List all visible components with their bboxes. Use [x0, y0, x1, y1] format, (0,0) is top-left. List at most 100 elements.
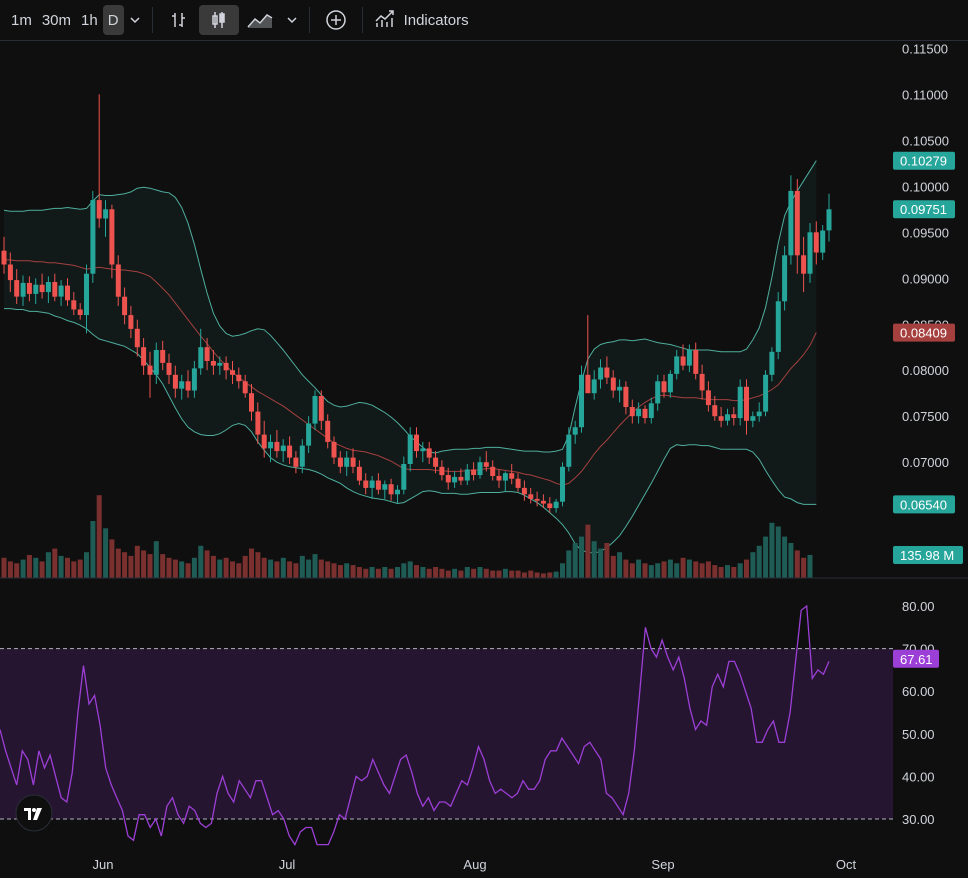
time-axis[interactable]: Jun Jul Aug Sep Oct — [93, 857, 857, 872]
candle-body — [147, 365, 153, 375]
price-axis[interactable]: 0.060000.065000.070000.075000.080000.085… — [902, 41, 949, 562]
area-chart-type-icon[interactable] — [239, 5, 281, 35]
candle-body — [572, 427, 578, 435]
candle-body — [71, 300, 77, 310]
volume-bar — [528, 570, 534, 578]
rsi-tick-label: 60.00 — [902, 684, 935, 699]
candle-body — [122, 296, 128, 316]
time-tick-label: Jul — [279, 857, 296, 872]
interval-d-button[interactable]: D — [102, 5, 124, 35]
volume-bar — [560, 563, 565, 578]
candle-body — [566, 434, 572, 467]
candle — [96, 94, 102, 228]
volume-bar — [744, 559, 749, 578]
candle-body — [255, 411, 261, 435]
price-tag-label: 0.09751 — [900, 202, 947, 217]
volume-bar — [172, 559, 178, 578]
volume-bar — [731, 567, 737, 578]
volume-bar — [521, 572, 527, 578]
candle-body — [261, 434, 267, 449]
interval-1h-button[interactable]: 1h — [76, 5, 103, 35]
candle-body — [528, 494, 534, 499]
volume-bar — [801, 557, 807, 578]
candle-body — [693, 350, 699, 374]
volume-bar — [775, 526, 781, 578]
price-chart[interactable]: 0.060000.065000.070000.075000.080000.085… — [0, 41, 968, 878]
candle-body — [801, 255, 807, 274]
candle-body — [502, 473, 508, 481]
volume-bar — [287, 561, 293, 578]
candle-body — [128, 315, 134, 329]
price-tick-label: 0.07500 — [902, 409, 949, 424]
volume-bar — [375, 568, 381, 578]
volume-bar — [261, 557, 267, 578]
candle-body — [617, 386, 623, 391]
time-tick-label: Jun — [93, 857, 114, 872]
bars-chart-type-icon[interactable] — [159, 5, 199, 35]
volume-bar — [547, 572, 553, 578]
candle-body — [515, 478, 521, 488]
candle-body — [103, 209, 109, 219]
compare-add-symbol-icon[interactable] — [316, 5, 356, 35]
volume-bar — [1, 557, 7, 578]
candle — [826, 193, 832, 242]
candle-body — [471, 469, 477, 475]
candle-body — [382, 484, 388, 490]
candle-body — [350, 457, 356, 467]
candle-body — [496, 475, 502, 481]
candle-body — [509, 473, 515, 479]
rsi-tick-label: 40.00 — [902, 769, 935, 784]
volume-bar — [395, 567, 400, 578]
price-tick-label: 0.08000 — [902, 363, 949, 378]
candle-body — [763, 374, 769, 412]
candle-body — [325, 420, 331, 442]
toolbar-divider — [308, 7, 310, 33]
volume-bar — [33, 557, 39, 578]
volume-bar — [242, 555, 248, 578]
interval-30m-button[interactable]: 30m — [37, 5, 76, 35]
candle-body — [788, 190, 794, 256]
volume-bar — [128, 555, 134, 578]
candle — [90, 190, 96, 283]
candle-body — [39, 284, 45, 293]
tradingview-logo[interactable] — [15, 794, 53, 832]
candle-body — [579, 374, 584, 428]
rsi-axis[interactable]: 30.0040.0050.0060.0070.0080.0067.61 — [893, 599, 939, 827]
candle-body — [636, 408, 642, 417]
chart-type-dropdown-chevron-icon[interactable] — [281, 5, 303, 35]
volume-bar — [122, 552, 128, 578]
candle — [775, 292, 781, 360]
volume-bar — [268, 559, 274, 578]
price-tick-label: 0.11500 — [902, 41, 948, 56]
price-tick-label: 0.07000 — [902, 455, 949, 470]
price-tag-label: 0.08409 — [900, 326, 947, 341]
indicators-button[interactable]: Indicators — [369, 5, 474, 35]
candle-body — [26, 282, 32, 294]
candle-body — [65, 285, 70, 301]
volume-bar — [153, 541, 159, 578]
candle-body — [420, 448, 426, 452]
volume-bar — [198, 545, 204, 578]
candle-body — [337, 457, 343, 467]
candles-chart-type-icon[interactable] — [198, 5, 239, 35]
volume-bar — [134, 545, 140, 578]
volume-bar — [788, 543, 794, 578]
candle-body — [598, 367, 604, 380]
volume-bar — [312, 554, 318, 578]
volume-bar — [39, 561, 45, 578]
candle-body — [401, 464, 407, 490]
price-tick-label: 0.10500 — [902, 133, 949, 148]
interval-1m-button[interactable]: 1m — [6, 5, 37, 35]
price-tick-label: 0.09000 — [902, 271, 949, 286]
candle-body — [58, 285, 64, 297]
price-tag-label: 0.06540 — [900, 497, 947, 512]
volume-bar — [598, 548, 604, 578]
volume-bar — [331, 563, 337, 578]
candle-body — [756, 411, 762, 417]
candle-body — [153, 350, 159, 375]
interval-dropdown-chevron-icon[interactable] — [124, 5, 146, 35]
candle-body — [553, 501, 559, 509]
indicators-icon — [374, 8, 396, 32]
volume-bar — [90, 521, 96, 578]
candle-body — [744, 386, 749, 421]
